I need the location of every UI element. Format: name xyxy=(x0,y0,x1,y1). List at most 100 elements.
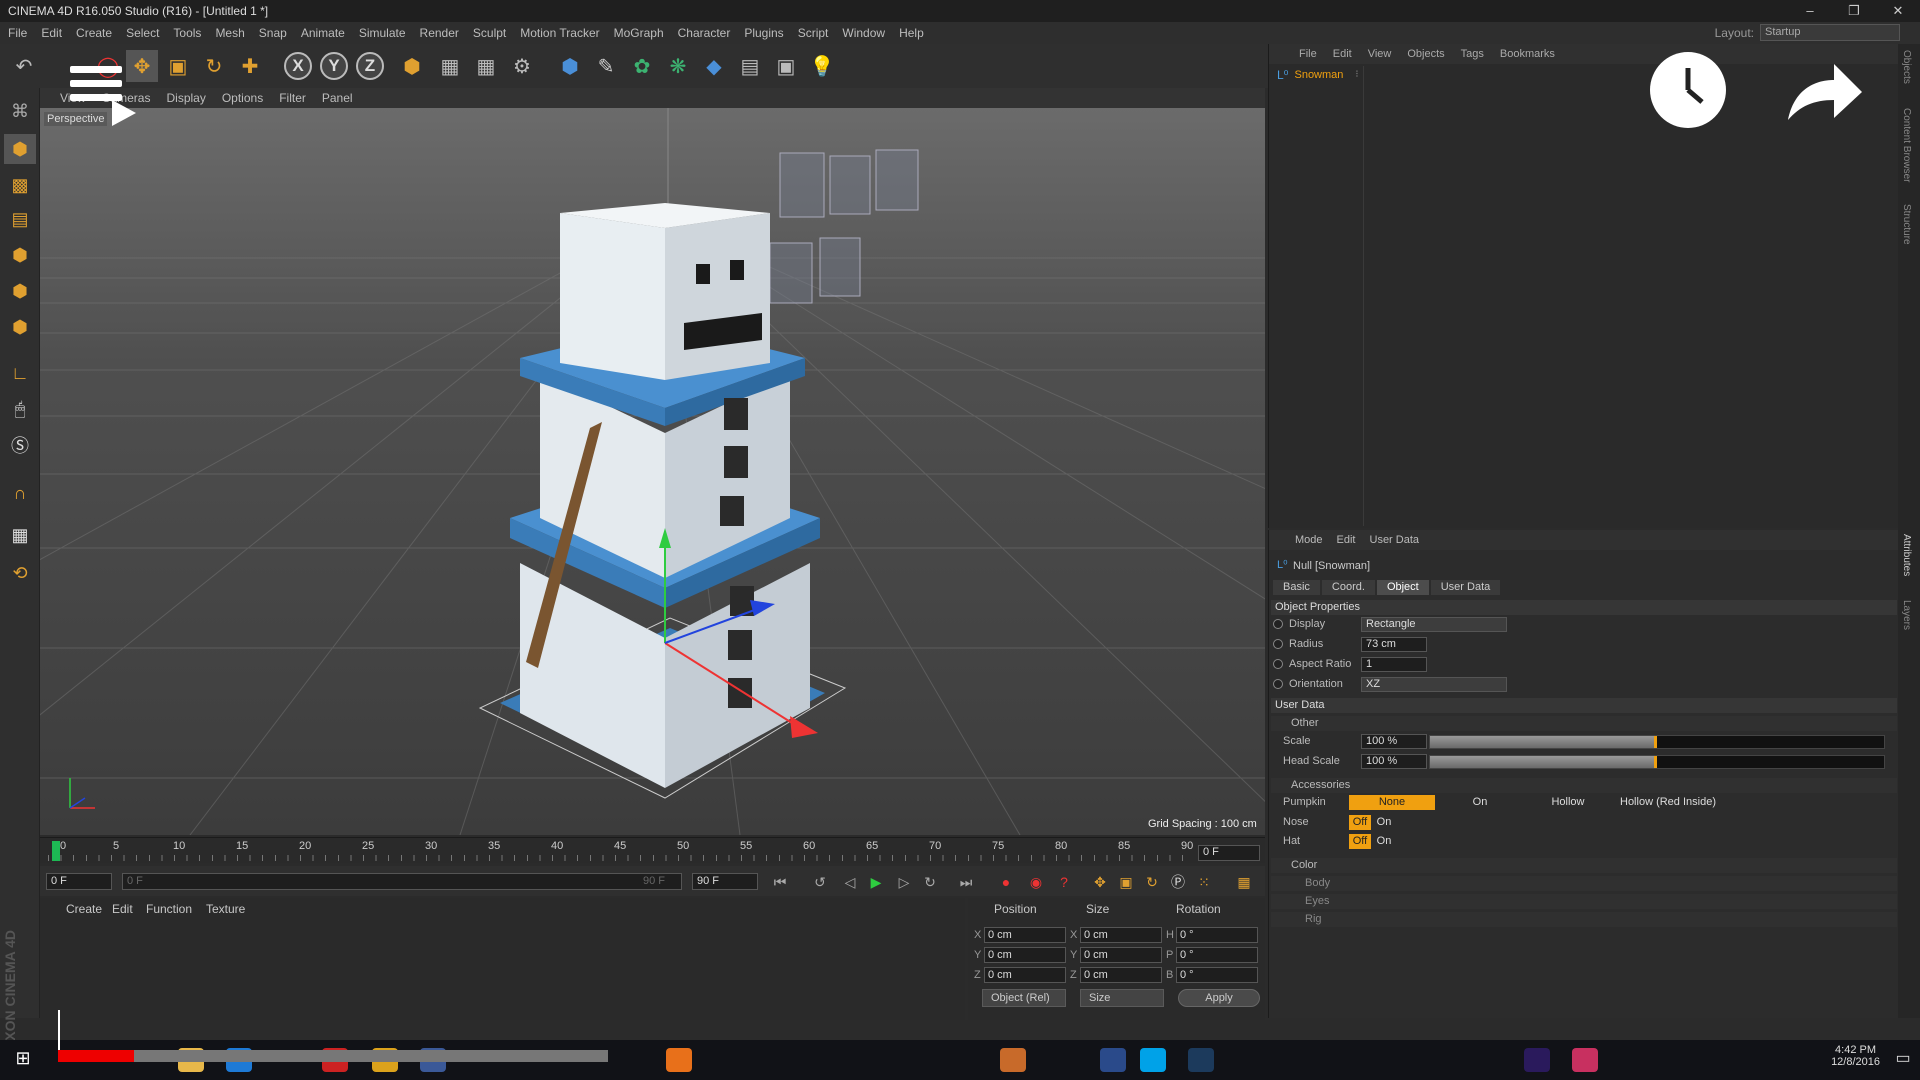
size-y-field[interactable]: 0 cm xyxy=(1080,947,1162,963)
attr-menu-user-data[interactable]: User Data xyxy=(1370,534,1420,546)
range-slider[interactable]: 0 F 90 F xyxy=(122,873,682,890)
key-rotation-icon[interactable]: ↻ xyxy=(1142,872,1162,892)
color-item-eyes[interactable]: Eyes xyxy=(1271,894,1897,909)
model-mode-icon[interactable]: ⬢ xyxy=(4,134,36,164)
side-tab-objects[interactable]: Objects xyxy=(1901,50,1912,84)
nose-on-button[interactable]: On xyxy=(1373,815,1395,830)
menu-simulate[interactable]: Simulate xyxy=(359,26,406,40)
menu-help[interactable]: Help xyxy=(899,26,924,40)
planar-workplane-icon[interactable]: ⟲ xyxy=(4,558,36,588)
side-tab-content-browser[interactable]: Content Browser xyxy=(1901,108,1912,182)
tab-user-data[interactable]: User Data xyxy=(1430,580,1501,595)
firefox-icon[interactable] xyxy=(666,1048,692,1072)
tab-basic[interactable]: Basic xyxy=(1273,580,1320,595)
timeline-playhead[interactable] xyxy=(52,841,60,861)
color-group[interactable]: Color xyxy=(1271,858,1897,873)
record-active-icon[interactable]: ● xyxy=(996,872,1016,892)
pumpkin-option-on[interactable]: On xyxy=(1437,795,1523,810)
play-icon[interactable]: ▶ xyxy=(866,872,886,892)
viewport-menu-options[interactable]: Options xyxy=(222,91,263,105)
timeline-window-icon[interactable]: ▦ xyxy=(1234,872,1254,892)
minimize-button[interactable]: – xyxy=(1788,0,1832,22)
video-play-icon[interactable] xyxy=(110,98,138,128)
menu-window[interactable]: Window xyxy=(842,26,885,40)
go-to-end-icon[interactable]: ⏭ xyxy=(956,872,976,892)
object-name[interactable]: Snowman xyxy=(1294,69,1343,81)
key-position-icon[interactable]: ✥ xyxy=(1090,872,1110,892)
radius-field[interactable]: 73 cm xyxy=(1361,637,1427,652)
edges-mode-icon[interactable]: ⬢ xyxy=(4,276,36,306)
side-tab-structure[interactable]: Structure xyxy=(1901,204,1912,245)
hat-on-button[interactable]: On xyxy=(1373,834,1395,849)
color-item-body[interactable]: Body xyxy=(1271,876,1897,891)
position-x-field[interactable]: 0 cm xyxy=(984,927,1066,943)
menu-script[interactable]: Script xyxy=(798,26,829,40)
y-axis-lock-button[interactable]: Y xyxy=(320,52,348,80)
size-mode-dropdown[interactable]: Size xyxy=(1080,989,1164,1007)
attr-menu-mode[interactable]: Mode xyxy=(1295,534,1323,546)
render-picture-viewer-icon[interactable]: ▦ xyxy=(470,50,502,82)
prev-key-icon[interactable]: ↺ xyxy=(810,872,830,892)
render-view-icon[interactable]: ▦ xyxy=(434,50,466,82)
apply-button[interactable]: Apply xyxy=(1178,989,1260,1007)
photoshop-icon[interactable] xyxy=(1188,1048,1214,1072)
tab-coord[interactable]: Coord. xyxy=(1321,580,1375,595)
position-z-field[interactable]: 0 cm xyxy=(984,967,1066,983)
object-menu-objects[interactable]: Objects xyxy=(1407,48,1444,60)
end-frame-field[interactable]: 90 F xyxy=(692,873,758,890)
color-item-rig[interactable]: Rig xyxy=(1271,912,1897,927)
deformer-icon[interactable]: ◆ xyxy=(698,50,730,82)
menu-motion-tracker[interactable]: Motion Tracker xyxy=(520,26,599,40)
z-axis-lock-button[interactable]: Z xyxy=(356,52,384,80)
viewport-menu-filter[interactable]: Filter xyxy=(279,91,306,105)
aspect-ratio-field[interactable]: 1 xyxy=(1361,657,1427,672)
render-settings-icon[interactable]: ⚙ xyxy=(506,50,538,82)
skype-icon[interactable] xyxy=(1140,1048,1166,1072)
menu-edit[interactable]: Edit xyxy=(41,26,62,40)
object-menu-view[interactable]: View xyxy=(1368,48,1392,60)
coordinate-mode-dropdown[interactable]: Object (Rel) xyxy=(982,989,1066,1007)
menu-render[interactable]: Render xyxy=(420,26,459,40)
workplane-mode-icon[interactable]: ▤ xyxy=(4,204,36,234)
material-menu-edit[interactable]: Edit xyxy=(112,902,133,916)
material-menu-texture[interactable]: Texture xyxy=(206,902,245,916)
keyframe-selection-icon[interactable]: ? xyxy=(1054,872,1074,892)
prev-frame-icon[interactable]: ◁ xyxy=(840,872,860,892)
windows-start-icon[interactable]: ⊞ xyxy=(10,1048,36,1072)
magnet-icon[interactable]: ∩ xyxy=(4,478,36,508)
go-to-start-icon[interactable]: ⏮ xyxy=(770,872,790,892)
pumpkin-option-none[interactable]: None xyxy=(1349,795,1435,810)
head-scale-field[interactable]: 100 % xyxy=(1361,754,1427,769)
size-x-field[interactable]: 0 cm xyxy=(1080,927,1162,943)
floor-icon[interactable]: ▤ xyxy=(734,50,766,82)
nose-off-button[interactable]: Off xyxy=(1349,815,1371,830)
layout-dropdown[interactable]: Startup xyxy=(1760,24,1900,41)
next-frame-icon[interactable]: ▷ xyxy=(894,872,914,892)
animate-radio[interactable] xyxy=(1273,619,1283,629)
app-icon[interactable] xyxy=(1000,1048,1026,1072)
cinema4d-taskbar-icon[interactable] xyxy=(1100,1048,1126,1072)
key-scale-icon[interactable]: ▣ xyxy=(1116,872,1136,892)
orientation-dropdown[interactable]: XZ xyxy=(1361,677,1507,692)
points-mode-icon[interactable]: ⬢ xyxy=(4,240,36,270)
tweak-mode-icon[interactable]: 🖱 xyxy=(4,394,36,424)
rotation-h-field[interactable]: 0 ° xyxy=(1176,927,1258,943)
object-menu-file[interactable]: File xyxy=(1299,48,1317,60)
system-clock[interactable]: 4:42 PM 12/8/2016 xyxy=(1831,1044,1880,1068)
animate-radio[interactable] xyxy=(1273,659,1283,669)
scale-field[interactable]: 100 % xyxy=(1361,734,1427,749)
video-progress-bar[interactable] xyxy=(58,1050,608,1062)
side-tab-attributes[interactable]: Attributes xyxy=(1901,534,1912,576)
autokey-icon[interactable]: ◉ xyxy=(1026,872,1046,892)
visibility-dots-icon[interactable]: ⁝ xyxy=(1355,69,1358,80)
axis-mode-icon[interactable]: ∟ xyxy=(4,358,36,388)
attr-menu-edit[interactable]: Edit xyxy=(1337,534,1356,546)
cube-primitive-icon[interactable]: ⬢ xyxy=(554,50,586,82)
x-axis-lock-button[interactable]: X xyxy=(284,52,312,80)
side-tab-layers[interactable]: Layers xyxy=(1901,600,1912,630)
move-tool-icon[interactable]: ✥ xyxy=(126,50,158,82)
menu-character[interactable]: Character xyxy=(678,26,731,40)
hat-off-button[interactable]: Off xyxy=(1349,834,1371,849)
pumpkin-option-hollow[interactable]: Hollow xyxy=(1525,795,1611,810)
tab-object[interactable]: Object xyxy=(1376,580,1429,595)
